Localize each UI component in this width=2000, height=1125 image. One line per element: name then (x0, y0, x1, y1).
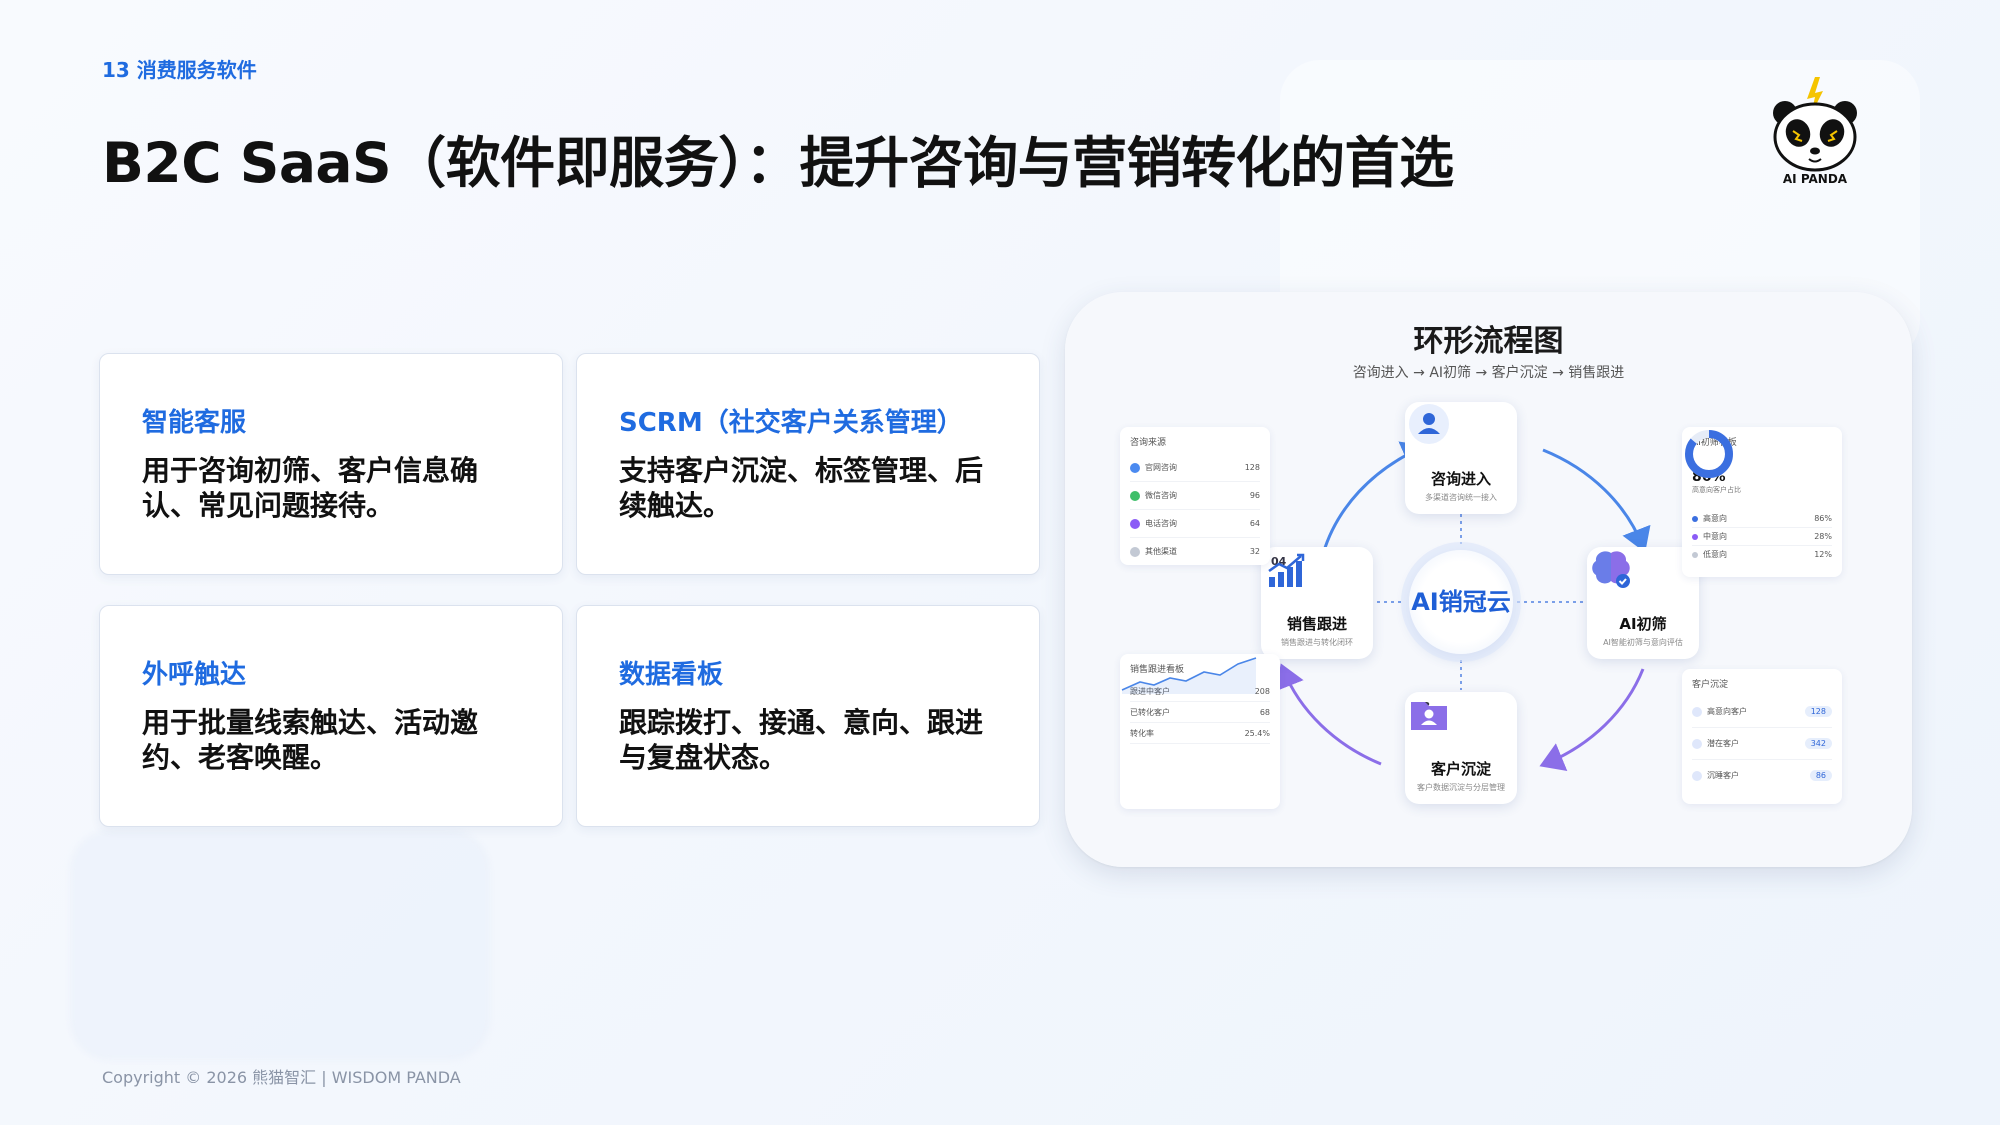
card-body: 用于批量线索触达、活动邀约、老客唤醒。 (142, 706, 479, 774)
logo-text: AI PANDA (1782, 172, 1848, 186)
row-label: 已转化客户 (1130, 707, 1170, 717)
card-title: 智能客服 (142, 408, 247, 438)
arrow-01-02 (1542, 448, 1651, 553)
list-item: 转化率 25.4% (1130, 723, 1270, 744)
brain-icon (1592, 551, 1630, 588)
footer-copyright: Copyright © 2026 熊猫智汇 | WISDOM PANDA (102, 1068, 461, 1087)
card-title: SCRM（社交客户关系管理） (619, 408, 963, 438)
row-label: 潜在客户 (1707, 739, 1739, 748)
feature-card-smart-service: 智能客服 用于咨询初筛、客户信息确认、常见问题接待。 (99, 353, 563, 575)
row-label: 中意向 (1703, 532, 1727, 541)
wechat-icon (1130, 490, 1140, 501)
cycle-diagram-panel: 环形流程图 咨询进入 → AI初筛 → 客户沉淀 → 销售跟进 AI销冠云 01… (1065, 292, 1912, 867)
row-label: 电话咨询 (1145, 519, 1177, 528)
mini-panel-sources: 咨询来源 官网咨询 128 微信咨询 96 电话咨询 64 其他渠道 32 (1120, 427, 1270, 565)
list-item: 高意向 86% (1692, 510, 1832, 528)
node-desc: 多渠道咨询统一接入 (1425, 493, 1497, 502)
row-value: 96 (1249, 491, 1260, 500)
row-value: 28% (1814, 532, 1832, 541)
percent-desc: 高意向客户占比 (1692, 486, 1741, 494)
list-item: 高意向客户 128 (1692, 696, 1832, 728)
list-item: 官网咨询 128 (1130, 454, 1260, 482)
row-label: 微信咨询 (1145, 491, 1177, 500)
page-label: 13 消费服务软件 (102, 58, 257, 82)
list-item: 电话咨询 64 (1130, 510, 1260, 538)
node-label: 销售跟进 (1286, 615, 1347, 633)
row-value: 342 (1804, 738, 1832, 749)
user-icon (1409, 404, 1449, 444)
node-desc: AI智能初筛与意向评估 (1603, 638, 1683, 647)
list-item: 潜在客户 342 (1692, 728, 1832, 760)
list-item: 其他渠道 32 (1130, 538, 1260, 565)
mini-panel-retention: 客户沉淀 高意向客户 128 潜在客户 342 沉睡客户 86 (1682, 669, 1842, 804)
user-group-icon (1692, 706, 1702, 717)
row-label: 高意向客户 (1707, 707, 1747, 716)
card-body: 用于咨询初筛、客户信息确认、常见问题接待。 (142, 454, 479, 522)
node-label: 咨询进入 (1430, 470, 1491, 488)
mini-title: 咨询来源 (1130, 438, 1167, 448)
node-desc: 客户数据沉淀与分层管理 (1417, 783, 1505, 792)
flow-node-01: 01 咨询进入 多渠道咨询统一接入 (1405, 402, 1517, 514)
mini-panel-followup: 销售跟进看板 跟进中客户208 已转化客户68 转化率25.4% (1120, 654, 1280, 809)
sparkline-icon (1121, 657, 1257, 694)
row-label: 低意向 (1703, 550, 1727, 559)
more-icon (1130, 546, 1140, 557)
flow-node-03: 03 客户沉淀 客户数据沉淀与分层管理 (1405, 692, 1517, 804)
card-title: 数据看板 (619, 660, 724, 690)
feature-card-dashboard: 数据看板 跟踪拨打、接通、意向、跟进与复盘状态。 (576, 605, 1040, 827)
row-label: 官网咨询 (1145, 463, 1177, 472)
card-body: 支持客户沉淀、标签管理、后续触达。 (619, 454, 984, 522)
mini-panel-screening: AI初筛看板 86% 高意向客户占比 高意向 86% 中意向 28% 低意向 12% (1682, 427, 1842, 577)
feature-card-scrm: SCRM（社交客户关系管理） 支持客户沉淀、标签管理、后续触达。 (576, 353, 1040, 575)
phone-icon (1130, 518, 1140, 529)
row-value: 32 (1249, 547, 1260, 556)
row-label: 转化率 (1130, 728, 1154, 738)
list-item: 沉睡客户 86 (1692, 760, 1832, 791)
page-title: B2C SaaS（软件即服务）：提升咨询与营销转化的首选 (102, 131, 1454, 195)
list-item: 中意向 28% (1692, 528, 1832, 546)
mini-title: 客户沉淀 (1692, 680, 1729, 690)
refresh-icon (1692, 738, 1702, 749)
list-item: 已转化客户 68 (1130, 702, 1270, 723)
arrow-03-04 (1275, 663, 1382, 766)
row-label: 高意向 (1703, 514, 1727, 523)
diagram-center-hub: AI销冠云 (1409, 550, 1513, 654)
row-value: 86% (1814, 514, 1832, 523)
arrow-02-03 (1539, 668, 1645, 771)
feature-card-outbound: 外呼触达 用于批量线索触达、活动邀约、老客唤醒。 (99, 605, 563, 827)
background-glow (70, 830, 490, 1060)
card-body: 跟踪拨打、接通、意向、跟进与复盘状态。 (619, 706, 984, 774)
folder-user-icon (1411, 702, 1447, 730)
row-label: 沉睡客户 (1707, 771, 1739, 780)
globe-icon (1130, 462, 1140, 473)
list-item: 低意向 12% (1692, 546, 1832, 563)
donut-chart-icon (1685, 430, 1733, 478)
node-label: AI初筛 (1619, 615, 1667, 633)
row-value: 12% (1814, 550, 1832, 559)
flow-node-04: 04 销售跟进 销售跟进与转化闭环 (1261, 547, 1373, 659)
list-item: 微信咨询 96 (1130, 482, 1260, 510)
clock-icon (1692, 770, 1702, 781)
row-value: 128 (1804, 706, 1832, 717)
row-value: 25.4% (1244, 728, 1270, 738)
row-value: 68 (1259, 707, 1270, 717)
row-label: 其他渠道 (1145, 547, 1177, 556)
card-title: 外呼触达 (142, 660, 247, 690)
row-value: 86 (1809, 770, 1832, 781)
node-label: 客户沉淀 (1430, 760, 1491, 778)
node-desc: 销售跟进与转化闭环 (1281, 638, 1353, 647)
row-value: 64 (1249, 519, 1260, 528)
row-value: 128 (1244, 463, 1260, 472)
